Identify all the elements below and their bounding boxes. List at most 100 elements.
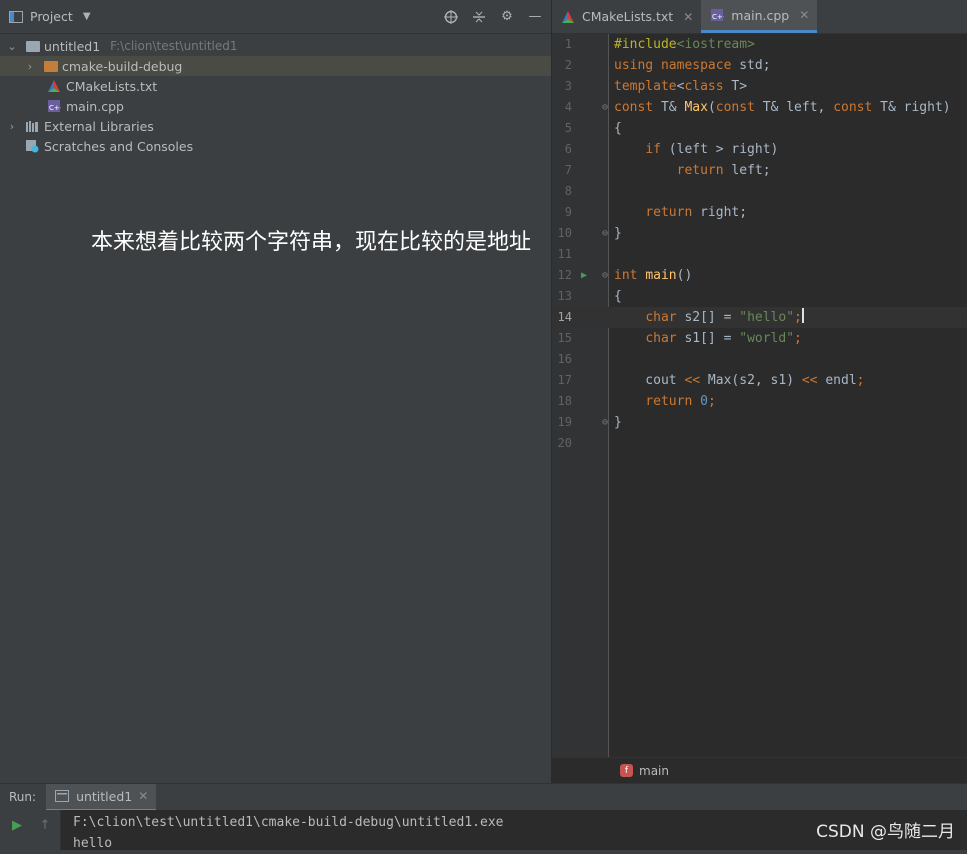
close-icon[interactable]: ✕ [799, 8, 809, 22]
folder-icon [26, 40, 40, 52]
console-icon [54, 788, 70, 804]
line-number: 19 [557, 415, 572, 429]
cmake-icon [560, 9, 576, 25]
text-caret [801, 308, 804, 323]
line-number: 4 [564, 100, 572, 114]
line-number: 16 [557, 352, 572, 366]
tree-item-untitled1[interactable]: ⌄ untitled1 F:\clion\test\untitled1 [0, 36, 551, 56]
run-console: ▶ ↑ F:\clion\test\untitled1\cmake-build-… [0, 810, 967, 851]
project-tool-window: Project ▼ ⚙ — ⌄ untitled1 F:\clion\test\… [0, 0, 552, 783]
tab-label: CMakeLists.txt [582, 9, 674, 24]
line-number: 11 [557, 247, 572, 261]
line-number: 13 [557, 289, 572, 303]
line-number: 20 [557, 436, 572, 450]
code-line: 19 ⊖} [552, 412, 967, 433]
close-icon[interactable]: ✕ [138, 789, 148, 803]
project-view-selector[interactable]: Project ▼ [8, 9, 95, 25]
scratches-icon [24, 138, 40, 154]
run-tool-header: Run: untitled1 ✕ [0, 783, 967, 811]
line-number: 14 [557, 310, 572, 324]
line-number: 5 [564, 121, 572, 135]
code-line: 13{ [552, 286, 967, 307]
line-number: 10 [557, 226, 572, 240]
breadcrumb-label: main [639, 763, 669, 778]
line-number: 15 [557, 331, 572, 345]
gear-icon[interactable]: ⚙ [499, 9, 515, 25]
watermark: CSDN @鸟随二月 [816, 822, 955, 842]
code-line: 16 [552, 349, 967, 370]
chevron-down-icon: ▼ [82, 10, 91, 22]
code-line: 9 return right; [552, 202, 967, 223]
fold-icon[interactable]: ⊖ [602, 97, 608, 118]
project-title: Project [30, 9, 73, 24]
line-number: 9 [564, 205, 572, 219]
folder-icon [44, 60, 58, 72]
locate-icon[interactable] [443, 9, 459, 25]
tree-item-external-libraries[interactable]: › External Libraries [0, 116, 551, 136]
collapse-all-icon[interactable] [471, 9, 487, 25]
console-line: F:\clion\test\untitled1\cmake-build-debu… [73, 815, 504, 830]
run-tab-untitled1[interactable]: untitled1 ✕ [46, 783, 157, 811]
code-line-current: 14 char s2[] = "hello"; [552, 307, 967, 328]
cpp-file-icon: C++ [46, 98, 62, 114]
tab-main-cpp[interactable]: C++ main.cpp ✕ [701, 0, 818, 33]
chevron-down-icon[interactable]: ⌄ [4, 40, 20, 53]
fold-icon[interactable]: ⊖ [602, 412, 608, 433]
library-icon [24, 118, 40, 134]
tab-cmakelists[interactable]: CMakeLists.txt ✕ [552, 0, 701, 33]
chevron-right-icon[interactable]: › [22, 60, 38, 73]
tree-item-cmakelists[interactable]: CMakeLists.txt [0, 76, 551, 96]
line-number: 3 [564, 79, 572, 93]
tree-item-scratches[interactable]: Scratches and Consoles [0, 136, 551, 156]
tree-item-main-cpp[interactable]: C++ main.cpp [0, 96, 551, 116]
cmake-icon [46, 78, 62, 94]
tree-item-label: Scratches and Consoles [44, 138, 194, 154]
tab-label: main.cpp [731, 7, 790, 23]
tree-item-path: F:\clion\test\untitled1 [110, 39, 238, 53]
code-line: 20 [552, 433, 967, 454]
chevron-right-icon[interactable]: › [4, 120, 20, 133]
tree-item-label: External Libraries [44, 118, 154, 134]
fold-icon[interactable]: ⊖ [602, 265, 608, 286]
editor-breadcrumb[interactable]: f main [552, 757, 967, 783]
cpp-file-icon: C++ [709, 7, 725, 23]
code-line: 11 [552, 244, 967, 265]
rerun-icon[interactable]: ▶ [9, 817, 25, 833]
line-number: 6 [564, 142, 572, 156]
editor-tabs: CMakeLists.txt ✕ C++ main.cpp ✕ [552, 0, 967, 34]
tree-item-label: CMakeLists.txt [66, 78, 158, 94]
project-window-icon [8, 9, 24, 25]
close-icon[interactable]: ✕ [683, 10, 693, 24]
console-line: hello [73, 836, 113, 851]
code-line: 2 using namespace std; [552, 55, 967, 76]
code-line: 8 [552, 181, 967, 202]
code-line: 17 cout << Max(s2, s1) << endl; [552, 370, 967, 391]
line-number: 12 [557, 268, 572, 282]
arrow-up-icon[interactable]: ↑ [37, 817, 53, 833]
project-tree: ⌄ untitled1 F:\clion\test\untitled1 › cm… [0, 34, 551, 156]
line-number: 1 [564, 37, 572, 51]
tree-item-cmake-build-debug[interactable]: › cmake-build-debug [0, 56, 551, 76]
minimize-icon[interactable]: — [527, 9, 543, 25]
code-editor[interactable]: 1 #include<iostream> 2 using namespace std… [552, 34, 967, 757]
svg-text:C++: C++ [712, 13, 724, 21]
fold-icon[interactable]: ⊖ [602, 223, 608, 244]
svg-text:C++: C++ [49, 104, 61, 112]
annotation-caption: 本来想着比较两个字符串，现在比较的是地址 [91, 230, 532, 255]
run-gutter-icon[interactable]: ▶ [581, 265, 587, 286]
code-line: 15 char s1[] = "world"; [552, 328, 967, 349]
tree-item-label: cmake-build-debug [62, 58, 183, 74]
code-line: 5{ [552, 118, 967, 139]
tree-item-label: untitled1 [44, 38, 101, 54]
code-line: 12 ▶ ⊖ int main() [552, 265, 967, 286]
project-header: Project ▼ ⚙ — [0, 0, 551, 34]
code-line: 18 return 0; [552, 391, 967, 412]
function-icon: f [620, 764, 633, 777]
run-label: Run: [9, 790, 37, 804]
line-number: 18 [557, 394, 572, 408]
console-output[interactable]: F:\clion\test\untitled1\cmake-build-debu… [73, 812, 503, 854]
code-line: 4 ⊖ const T& Max(const T& left, const T& r… [552, 97, 967, 118]
line-number: 7 [564, 163, 572, 177]
code-line: 10 ⊖} [552, 223, 967, 244]
code-line: 7 return left; [552, 160, 967, 181]
